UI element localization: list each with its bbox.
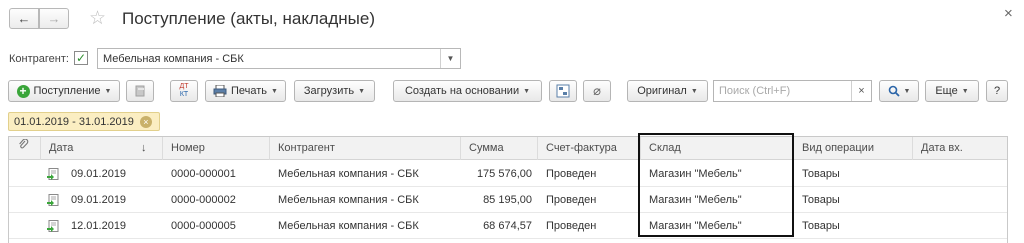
posted-document-icon [47, 220, 59, 232]
dtkt-top: ДТ [179, 83, 189, 90]
clear-icon[interactable]: × [851, 81, 871, 101]
cell-warehouse: Магазин "Мебель" [649, 194, 742, 206]
cell-counterparty: Мебельная компания - СБК [278, 220, 419, 232]
cell-operation: Товары [802, 220, 840, 232]
cell-sum: 175 576,00 [476, 168, 532, 180]
paperclip-icon: ⌀ [593, 83, 601, 98]
page-title: Поступление (акты, накладные) [122, 9, 375, 28]
paperclip-icon [19, 138, 29, 149]
search-placeholder: Поиск (Ctrl+F) [719, 85, 791, 97]
col-sum[interactable]: Сумма [461, 137, 538, 160]
cell-number: 0000-000005 [171, 220, 236, 232]
structure-icon [556, 84, 570, 98]
table-row[interactable]: 12.01.2019 0000-000005 Мебельная компани… [9, 213, 1007, 239]
col-operation[interactable]: Вид операции [794, 137, 913, 160]
counterparty-checkbox[interactable]: ✓ [74, 51, 88, 65]
chevron-down-icon: ▼ [523, 87, 531, 95]
original-label: Оригинал [637, 85, 687, 97]
cell-sum: 85 195,00 [483, 194, 532, 206]
col-invoice[interactable]: Счет-фактура [538, 137, 641, 160]
cell-warehouse: Магазин "Мебель" [649, 220, 742, 232]
documents-table: Дата ↓ Номер Контрагент Сумма Счет-фактур… [8, 136, 1008, 243]
cell-warehouse: Магазин "Мебель" [649, 168, 742, 180]
col-number[interactable]: Номер [163, 137, 270, 160]
receipt-label: Поступление [33, 85, 101, 97]
col-in-date[interactable]: Дата вх. [913, 137, 1007, 160]
cell-operation: Товары [802, 168, 840, 180]
cell-date: 09.01.2019 [71, 168, 127, 180]
cell-counterparty: Мебельная компания - СБК [278, 168, 419, 180]
chevron-down-icon: ▼ [104, 87, 112, 95]
receipt-create-button[interactable]: + Поступление ▼ [8, 80, 120, 102]
col-date-label: Дата [49, 142, 74, 154]
chevron-down-icon: ▼ [271, 87, 278, 95]
table-header: Дата ↓ Номер Контрагент Сумма Счет-фактур… [9, 137, 1007, 160]
load-button[interactable]: Загрузить ▼ [294, 80, 375, 102]
help-button[interactable]: ? [986, 80, 1008, 102]
search-icon [888, 85, 900, 97]
close-icon[interactable]: × [1004, 5, 1013, 22]
cell-number: 0000-000002 [171, 194, 236, 206]
chevron-down-icon: ▼ [358, 87, 366, 95]
more-label: Еще [935, 85, 958, 97]
sort-desc-icon: ↓ [141, 142, 147, 154]
table-row[interactable]: 09.01.2019 0000-000002 Мебельная компани… [9, 187, 1007, 213]
col-warehouse[interactable]: Склад [641, 137, 794, 160]
arrow-left-icon: ← [17, 11, 31, 26]
help-icon: ? [993, 85, 1001, 97]
period-filter-tag[interactable]: 01.01.2019 - 31.01.2019 × [8, 112, 160, 131]
cell-date: 09.01.2019 [71, 194, 127, 206]
create-based-label: Создать на основании [404, 85, 520, 97]
cell-invoice: Проведен [546, 168, 597, 180]
col-counterparty[interactable]: Контрагент [270, 137, 461, 160]
counterparty-value: Мебельная компания - СБК [103, 53, 244, 65]
cell-sum: 68 674,57 [483, 220, 532, 232]
table-row[interactable]: 09.01.2019 0000-000001 Мебельная компани… [9, 161, 1007, 187]
chevron-down-icon: ▼ [903, 87, 911, 95]
cell-date: 12.01.2019 [71, 220, 127, 232]
chevron-down-icon: ▼ [690, 87, 698, 95]
print-button[interactable]: Печать ▼ [205, 80, 286, 102]
create-based-button[interactable]: Создать на основании ▼ [393, 80, 542, 102]
more-button[interactable]: Еще ▼ [925, 80, 979, 102]
structure-button[interactable] [549, 80, 577, 102]
dtkt-bottom: КТ [179, 91, 189, 98]
remove-filter-icon[interactable]: × [139, 115, 152, 128]
search-button[interactable]: ▼ [879, 80, 919, 102]
back-button[interactable]: ← [9, 8, 39, 29]
plus-icon: + [16, 84, 30, 98]
counterparty-label: Контрагент: [9, 53, 69, 65]
counterparty-field[interactable]: Мебельная компания - СБК ▼ [97, 48, 461, 69]
posted-document-icon [47, 168, 59, 180]
cell-operation: Товары [802, 194, 840, 206]
copy-button[interactable] [126, 80, 154, 102]
dropdown-icon[interactable]: ▼ [440, 49, 460, 68]
period-text: 01.01.2019 - 31.01.2019 [14, 115, 134, 128]
attachment-column-icon[interactable] [9, 137, 41, 160]
favorite-star-icon[interactable]: ☆ [89, 7, 106, 30]
forward-button[interactable]: → [39, 8, 69, 29]
checkmark-icon: ✓ [75, 51, 87, 65]
attach-button[interactable]: ⌀ [583, 80, 611, 102]
search-input[interactable]: Поиск (Ctrl+F) × [713, 80, 872, 102]
printer-icon [213, 85, 227, 97]
print-label: Печать [231, 85, 268, 97]
col-date[interactable]: Дата ↓ [41, 137, 163, 160]
cell-invoice: Проведен [546, 194, 597, 206]
chevron-down-icon: ▼ [961, 87, 969, 95]
arrow-right-icon: → [47, 11, 61, 26]
cell-invoice: Проведен [546, 220, 597, 232]
cell-number: 0000-000001 [171, 168, 236, 180]
posted-document-icon [47, 194, 59, 206]
copy-icon [135, 85, 145, 97]
original-button[interactable]: Оригинал ▼ [627, 80, 708, 102]
cell-counterparty: Мебельная компания - СБК [278, 194, 419, 206]
load-label: Загрузить [303, 85, 355, 97]
dtkt-button[interactable]: ДТ КТ [170, 80, 198, 102]
